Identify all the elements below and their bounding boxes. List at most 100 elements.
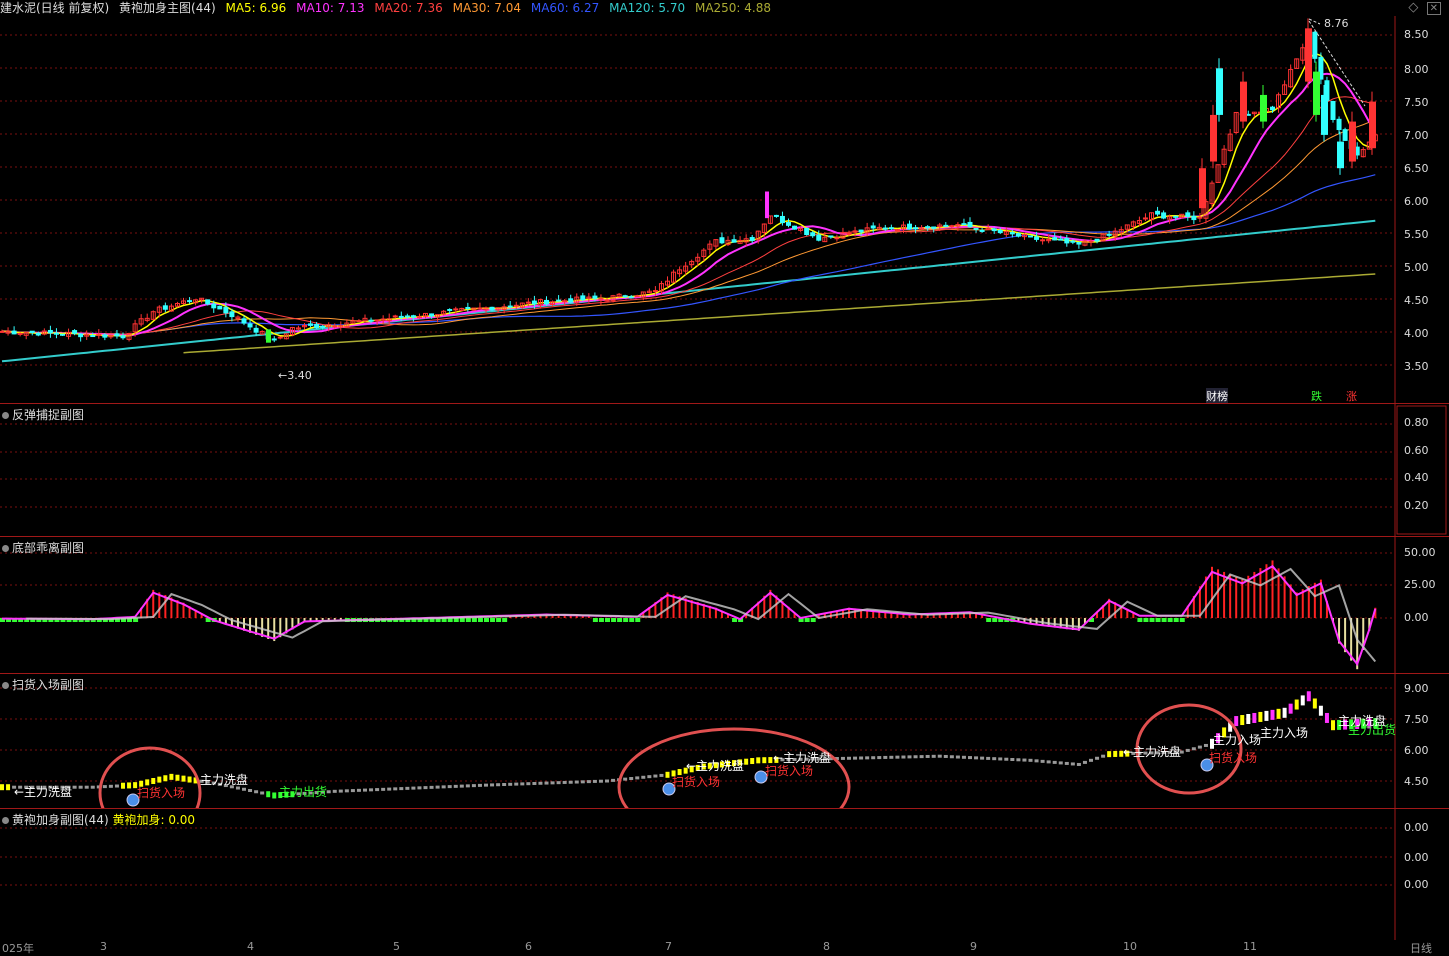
candle-body xyxy=(870,225,876,229)
candle-body xyxy=(211,303,217,309)
rebound-title: 反弹捕捉副图 xyxy=(2,406,84,423)
sweep-bar xyxy=(1324,712,1329,723)
candle-body xyxy=(1034,236,1040,240)
hpjs-panel[interactable]: 黄袍加身副图(44) 黄袍加身: 0.00 0.00 0.00 0.00 xyxy=(0,809,1449,940)
sweep-bar xyxy=(895,755,900,759)
sweep-bar xyxy=(266,791,271,798)
sweep-bar xyxy=(1046,760,1051,764)
sweep-bar xyxy=(1185,748,1190,752)
wash-label-1: ←主力洗盘 xyxy=(14,785,73,799)
candle-body xyxy=(368,319,374,322)
candle-body xyxy=(652,290,658,293)
sweep-panel[interactable]: 扫货入场副图 9.00 7.50 6.00 4.50 ←主力洗盘 主力洗盘 扫货… xyxy=(0,674,1449,808)
sweep-bar xyxy=(1294,699,1299,710)
candle-body xyxy=(277,336,283,339)
ma60-line xyxy=(2,174,1376,335)
candle-body xyxy=(247,323,253,328)
y-tick-500: 5.00 xyxy=(1404,261,1429,274)
ma30-value: MA30: 7.04 xyxy=(452,1,522,15)
sweep-bar xyxy=(611,778,616,782)
sweep-bar xyxy=(1095,756,1100,760)
candle-body xyxy=(882,227,888,230)
sweep-bar xyxy=(756,757,761,764)
candle-body xyxy=(828,235,834,238)
sweep-bar xyxy=(1234,716,1239,727)
div-tick-25: 25.00 xyxy=(1404,578,1436,591)
candle-body xyxy=(749,237,755,241)
ma120-value: MA120: 5.70 xyxy=(609,1,686,15)
indicator-title[interactable]: 黄袍加身主图(44) xyxy=(119,1,216,15)
divergence-dot xyxy=(810,618,816,622)
chart-tools: ◇ ✕ xyxy=(1408,0,1441,15)
candlestick-chart[interactable] xyxy=(0,16,1449,403)
diamond-icon[interactable]: ◇ xyxy=(1408,0,1418,15)
sweep-bar xyxy=(1246,714,1251,724)
close-icon[interactable]: ✕ xyxy=(1426,2,1441,15)
wash-label-2: 主力洗盘 xyxy=(200,773,249,787)
candle-body xyxy=(271,338,277,341)
x-label-9: 9 xyxy=(970,940,977,953)
x-axis: 025年 3 4 5 6 7 8 9 10 11 日线 xyxy=(0,940,1449,955)
divergence-dot xyxy=(1179,618,1185,622)
sweep-bar xyxy=(1022,758,1027,762)
sweep-bar xyxy=(1276,708,1281,719)
x-label-10: 10 xyxy=(1123,940,1137,953)
divergence-dot xyxy=(502,618,508,622)
candle-body xyxy=(1173,215,1179,218)
sweep-bar xyxy=(127,782,132,789)
candle-body xyxy=(888,227,894,230)
bottom-divergence-panel[interactable]: 底部乖离副图 50.00 25.00 0.00 xyxy=(0,537,1449,673)
sweep-bar xyxy=(853,756,858,760)
rebound-panel[interactable]: 反弹捕捉副图 0.80 0.60 0.40 0.20 xyxy=(0,404,1449,536)
sweep-bar xyxy=(550,781,555,785)
sweep-bar xyxy=(326,790,331,794)
candle-body xyxy=(1342,129,1348,141)
candle-body xyxy=(1312,31,1318,59)
sweep-bar xyxy=(169,773,174,780)
sweep-bar xyxy=(1270,709,1275,720)
candle-body xyxy=(925,226,931,229)
candle-body xyxy=(447,309,453,312)
candle-body xyxy=(1040,239,1046,242)
reb-tick-020: 0.20 xyxy=(1404,499,1429,512)
sweep-bar xyxy=(417,786,422,790)
candle-body xyxy=(314,323,320,329)
sweep-bar xyxy=(0,784,4,791)
hpjs-chart xyxy=(0,809,1396,940)
candle-body xyxy=(410,315,416,318)
sweep-bar xyxy=(1028,758,1033,762)
divergence-dot xyxy=(611,618,617,622)
sweep-bar xyxy=(6,784,11,791)
sweep-bar xyxy=(653,774,658,778)
candle-body xyxy=(1260,94,1267,122)
y-tick-800: 8.00 xyxy=(1404,63,1429,76)
sweep-bar xyxy=(598,779,603,783)
sweep-bar xyxy=(750,758,755,765)
ma60-value: MA60: 6.27 xyxy=(530,1,600,15)
panel-dot-icon xyxy=(2,817,9,824)
sweep-bar xyxy=(459,784,464,788)
sweep-bar xyxy=(514,782,519,786)
candle-body xyxy=(102,334,108,338)
sweep-bar xyxy=(502,783,507,787)
candle-body xyxy=(846,232,852,235)
main-price-panel[interactable]: 8.50 8.00 7.50 7.00 6.50 6.00 5.50 5.00 … xyxy=(0,16,1449,403)
candle-body xyxy=(556,299,562,302)
sweep-bar xyxy=(1203,743,1208,747)
divergence-dot xyxy=(629,618,635,622)
sweep-bar xyxy=(1312,698,1317,709)
candle-body xyxy=(1313,71,1320,115)
sweep-bar xyxy=(121,782,125,789)
divergence-dot xyxy=(592,618,598,622)
candle-body xyxy=(544,299,549,305)
sweep-bar xyxy=(157,776,162,783)
candle-body xyxy=(1076,241,1082,245)
candle-body xyxy=(1064,238,1070,244)
sweep-bar xyxy=(1034,759,1039,763)
enter-label-4: 扫货入场 xyxy=(1209,751,1258,765)
sweep-bar xyxy=(641,775,646,779)
candle-body xyxy=(804,227,810,236)
sweep-bar xyxy=(163,775,168,782)
divergence-dot xyxy=(471,618,477,622)
sweep-bar xyxy=(242,787,246,791)
